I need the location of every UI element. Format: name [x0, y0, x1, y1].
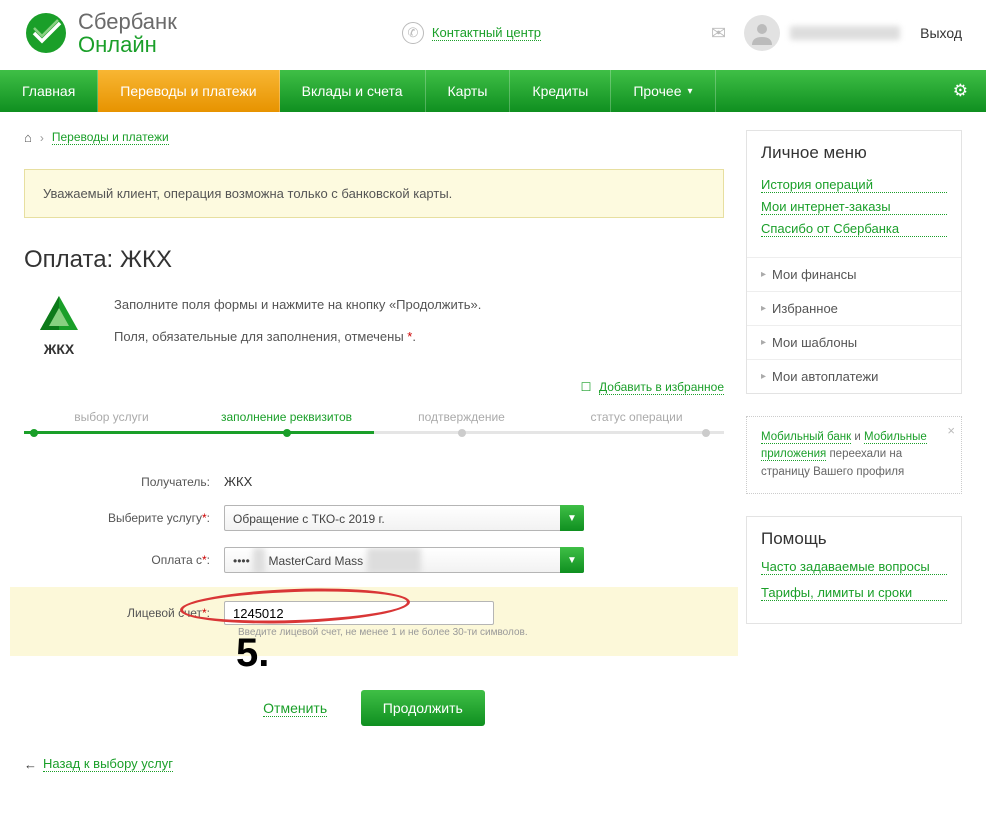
recipient-label: Получатель:	[24, 475, 224, 489]
service-label: Выберите услугу	[108, 511, 202, 525]
recipient-value: ЖКХ	[224, 474, 724, 489]
side-nav-autopay[interactable]: Мои автоплатежи	[747, 359, 961, 393]
nav-main[interactable]: Главная	[0, 70, 98, 112]
bookmark-icon: ☐	[581, 380, 592, 394]
logout-link[interactable]: Выход	[920, 25, 962, 41]
side-link-orders[interactable]: Мои интернет-заказы	[761, 199, 947, 215]
cancel-button[interactable]: Отменить	[263, 700, 327, 717]
back-arrow-icon: ←	[24, 757, 37, 772]
intro-text: Заполните поля формы и нажмите на кнопку…	[114, 294, 481, 357]
account-input[interactable]	[224, 601, 494, 625]
step-1: выбор услуги	[24, 410, 199, 438]
step-number-annotation: 5.	[236, 631, 269, 676]
side-nav-finances[interactable]: Мои финансы	[747, 257, 961, 291]
notice-banner: Уважаемый клиент, операция возможна толь…	[24, 169, 724, 218]
service-select[interactable]: Обращение с ТКО-с 2019 г. ▼	[224, 505, 584, 531]
gear-icon[interactable]: ⚙	[935, 70, 986, 112]
info-link-mobile-bank[interactable]: Мобильный банк	[761, 431, 851, 444]
nav-credits[interactable]: Кредиты	[510, 70, 611, 112]
card-select[interactable]: •••• xx MasterCard Mass xxxxxxxxx ▼	[224, 547, 584, 573]
nav-transfers[interactable]: Переводы и платежи	[98, 70, 279, 112]
logo[interactable]: Сбербанк Онлайн	[24, 10, 177, 56]
back-link[interactable]: Назад к выбору услуг	[43, 756, 173, 772]
nav-cards[interactable]: Карты	[426, 70, 511, 112]
step-4: статус операции	[549, 410, 724, 438]
user-name	[790, 26, 900, 40]
contact-center-link[interactable]: Контактный центр	[432, 25, 541, 41]
side-link-history[interactable]: История операций	[761, 177, 947, 193]
nav-other[interactable]: Прочее	[611, 70, 715, 112]
step-2: заполнение реквизитов	[199, 410, 374, 438]
continue-button[interactable]: Продолжить	[361, 690, 485, 726]
side-nav-templates[interactable]: Мои шаблоны	[747, 325, 961, 359]
phone-icon: ✆	[402, 22, 424, 44]
account-hint: Введите лицевой счет, не менее 1 и не бо…	[224, 627, 738, 638]
provider-code: ЖКХ	[24, 341, 94, 357]
side-link-spasibo[interactable]: Спасибо от Сбербанка	[761, 221, 947, 237]
add-favorite-link[interactable]: Добавить в избранное	[599, 380, 724, 395]
help-link-tariffs[interactable]: Тарифы, лимиты и сроки	[761, 585, 947, 601]
avatar[interactable]	[744, 15, 780, 51]
logo-text-bottom: Онлайн	[78, 33, 177, 56]
side-nav-favorites[interactable]: Избранное	[747, 291, 961, 325]
account-label: Лицевой счет	[127, 606, 202, 620]
personal-menu-title: Личное меню	[747, 131, 961, 171]
close-icon[interactable]: ×	[947, 421, 955, 441]
logo-text-top: Сбербанк	[78, 10, 177, 33]
help-link-faq[interactable]: Часто задаваемые вопросы	[761, 559, 947, 575]
chevron-down-icon: ▼	[560, 547, 584, 573]
mail-icon[interactable]: ✉	[711, 23, 726, 44]
info-box: × Мобильный банк и Мобильные приложения …	[746, 416, 962, 494]
step-3: подтверждение	[374, 410, 549, 438]
home-icon[interactable]: ⌂	[24, 130, 32, 145]
help-title: Помощь	[761, 529, 947, 549]
payfrom-label: Оплата с	[151, 553, 202, 567]
chevron-down-icon: ▼	[560, 505, 584, 531]
page-title: Оплата: ЖКХ	[24, 246, 724, 274]
breadcrumb: ⌂ › Переводы и платежи	[24, 130, 724, 145]
nav-deposits[interactable]: Вклады и счета	[280, 70, 426, 112]
breadcrumb-link[interactable]: Переводы и платежи	[52, 130, 169, 145]
